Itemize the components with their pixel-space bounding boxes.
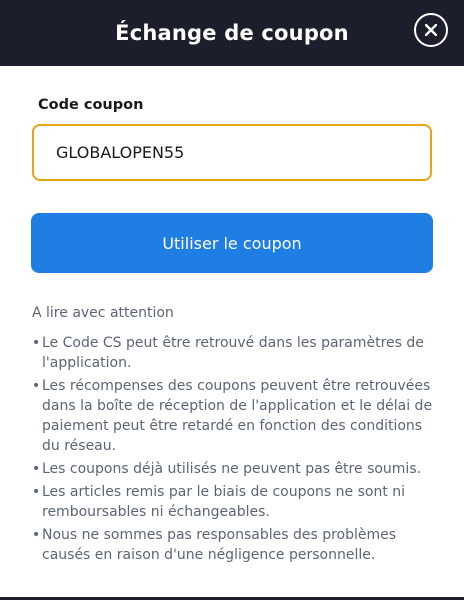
notes-list: Le Code CS peut être retrouvé dans les p… — [32, 333, 442, 565]
dialog-header: Échange de coupon — [0, 0, 464, 66]
notes-section: A lire avec attention Le Code CS peut êt… — [32, 303, 442, 568]
coupon-code-input[interactable] — [32, 124, 432, 181]
close-button[interactable] — [414, 13, 448, 47]
coupon-code-label: Code coupon — [38, 97, 144, 113]
list-item: Le Code CS peut être retrouvé dans les p… — [32, 333, 442, 373]
use-coupon-button[interactable]: Utiliser le coupon — [31, 213, 433, 273]
coupon-exchange-dialog: Échange de coupon Code coupon Utiliser l… — [0, 0, 464, 600]
notes-title: A lire avec attention — [32, 305, 174, 321]
list-item: Nous ne sommes pas responsables des prob… — [32, 525, 442, 565]
list-item: Les récompenses des coupons peuvent être… — [32, 376, 442, 456]
close-icon — [425, 24, 437, 36]
list-item: Les coupons déjà utilisés ne peuvent pas… — [32, 459, 442, 479]
dialog-title: Échange de coupon — [115, 21, 349, 45]
list-item: Les articles remis par le biais de coupo… — [32, 482, 442, 522]
